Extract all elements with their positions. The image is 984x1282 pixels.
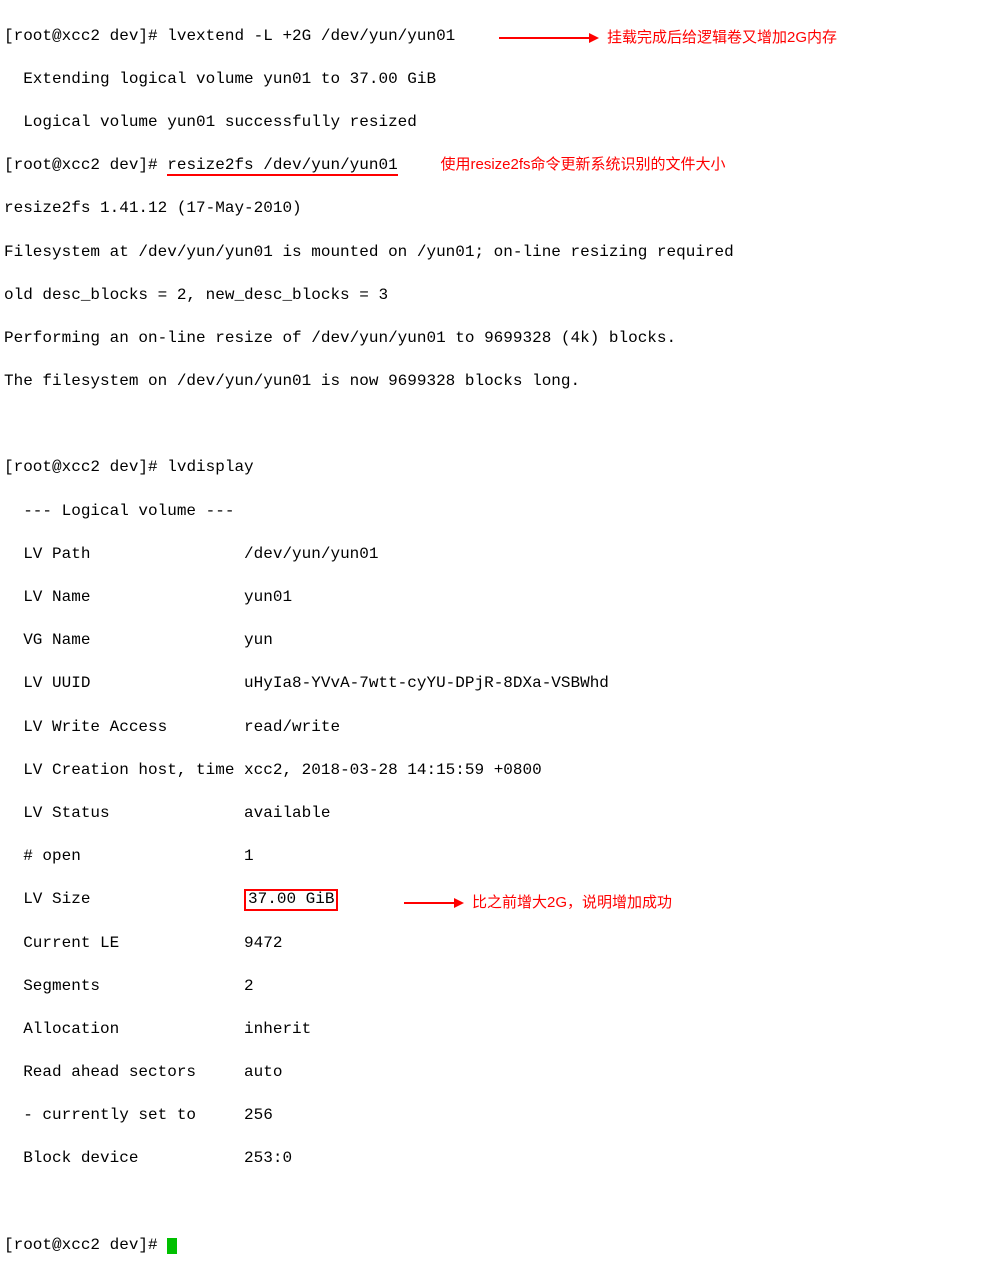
output-line: --- Logical volume --- <box>4 501 980 523</box>
field-value: yun01 <box>244 588 292 606</box>
annotation-2: 使用resize2fs命令更新系统识别的文件大小 <box>440 156 725 173</box>
prompt: [root@xcc2 dev]# <box>4 1236 158 1254</box>
field-key: Block device <box>4 1149 234 1167</box>
command-resize2fs: resize2fs /dev/yun/yun01 <box>167 156 397 176</box>
field-key: Read ahead sectors <box>4 1063 234 1081</box>
output-line: The filesystem on /dev/yun/yun01 is now … <box>4 371 980 393</box>
field-key: Current LE <box>4 934 234 952</box>
field-key: # open <box>4 847 234 865</box>
prompt: [root@xcc2 dev]# <box>4 27 158 45</box>
field-key: LV Name <box>4 588 234 606</box>
field-value: read/write <box>244 718 340 736</box>
field-value: 253:0 <box>244 1149 292 1167</box>
field-key: LV Size <box>4 890 234 908</box>
annotation-1: 挂载完成后给逻辑卷又增加2G内存 <box>607 28 837 48</box>
field-value: available <box>244 804 330 822</box>
terminal-output: [root@xcc2 dev]# lvextend -L +2G /dev/yu… <box>4 4 980 1278</box>
field-value: inherit <box>244 1020 311 1038</box>
command-lvextend: lvextend -L +2G /dev/yun/yun01 <box>167 27 455 45</box>
command-lvdisplay: lvdisplay <box>167 458 253 476</box>
field-key: LV Write Access <box>4 718 234 736</box>
field-value: 9472 <box>244 934 282 952</box>
field-key: VG Name <box>4 631 234 649</box>
field-key: LV Creation host, time <box>4 761 244 779</box>
prompt: [root@xcc2 dev]# <box>4 458 158 476</box>
field-value: auto <box>244 1063 282 1081</box>
terminal-cursor[interactable] <box>167 1238 177 1254</box>
output-line: Filesystem at /dev/yun/yun01 is mounted … <box>4 242 980 264</box>
field-value: /dev/yun/yun01 <box>244 545 378 563</box>
field-value: 256 <box>244 1106 273 1124</box>
field-key: Segments <box>4 977 234 995</box>
field-key: - currently set to <box>4 1106 234 1124</box>
field-value: 1 <box>244 847 254 865</box>
field-value: yun <box>244 631 273 649</box>
field-key: LV Status <box>4 804 234 822</box>
lv-size-box: 37.00 GiB <box>244 889 338 911</box>
output-line: old desc_blocks = 2, new_desc_blocks = 3 <box>4 285 980 307</box>
annotation-3: 比之前增大2G，说明增加成功 <box>472 893 672 913</box>
field-value: uHyIa8-YVvA-7wtt-cyYU-DPjR-8DXa-VSBWhd <box>244 674 609 692</box>
output-line: resize2fs 1.41.12 (17-May-2010) <box>4 198 980 220</box>
prompt: [root@xcc2 dev]# <box>4 156 158 174</box>
field-key: LV UUID <box>4 674 234 692</box>
field-key: Allocation <box>4 1020 234 1038</box>
output-line: Performing an on-line resize of /dev/yun… <box>4 328 980 350</box>
output-line: Extending logical volume yun01 to 37.00 … <box>4 69 980 91</box>
field-value: 2 <box>244 977 254 995</box>
output-line: Logical volume yun01 successfully resize… <box>4 112 980 134</box>
field-value: xcc2, 2018-03-28 14:15:59 +0800 <box>244 761 542 779</box>
field-key: LV Path <box>4 545 234 563</box>
